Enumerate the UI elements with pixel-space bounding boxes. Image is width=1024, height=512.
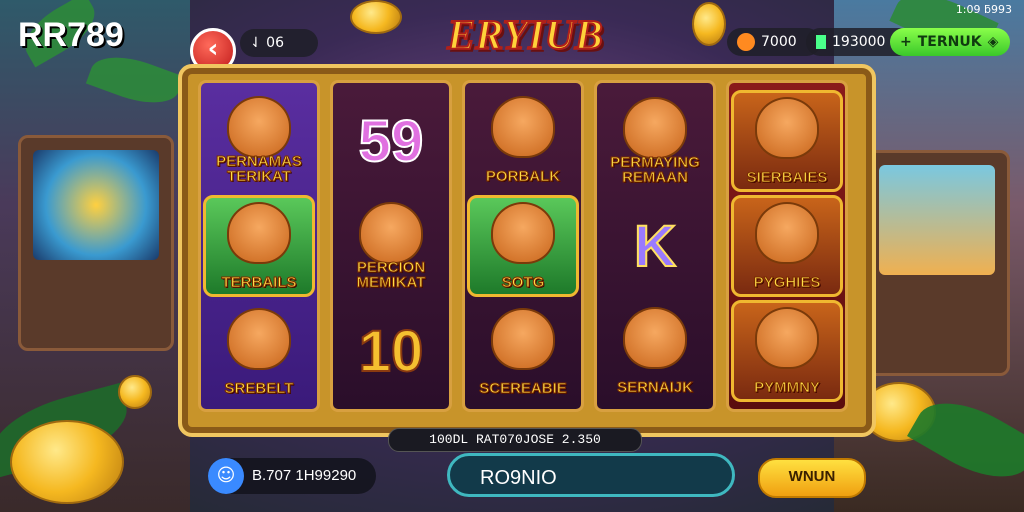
arcade-screen <box>879 165 995 275</box>
reel-2: 59 PERCION MEMIKAT 10 <box>330 80 452 412</box>
brand-logo: RR789 <box>18 16 124 54</box>
spin-button[interactable]: WNUN <box>758 458 866 498</box>
level-pill: ⇃ 06 <box>240 29 318 57</box>
palm-leaf-icon <box>85 45 185 115</box>
reel-1: PERNAMAS TERIKAT TERBAILS SREBELT <box>198 80 320 412</box>
gold-coin-icon <box>692 2 726 46</box>
cat-icon <box>491 201 555 264</box>
reel-symbol: PORBALK <box>470 92 576 188</box>
reel-3: PORBALK SOTG SCEREABIE <box>462 80 584 412</box>
action-label: TERNUK <box>917 34 982 50</box>
reel-symbol: PYGHIES <box>731 194 843 297</box>
cat-icon <box>227 307 291 370</box>
reel-symbol: PERCION MEMIKAT <box>338 198 444 294</box>
cat-icon <box>491 96 555 159</box>
reel-symbol: SIERBAIES <box>731 90 843 193</box>
symbol-number: K <box>633 213 677 280</box>
cat-icon <box>491 307 555 370</box>
symbol-label: PERNAMAS TERIKAT <box>216 153 303 186</box>
reel-symbol: PERMAYING REMAAN <box>602 93 708 189</box>
reel-symbol: PERNAMAS TERIKAT <box>206 92 312 188</box>
diamond-icon: ◈ <box>987 34 999 50</box>
symbol-label: PERMAYING REMAAN <box>610 154 700 187</box>
back-arrow-icon: ‹ <box>207 34 219 64</box>
reel-symbol: PYMMNY <box>731 299 843 402</box>
plus-icon: + <box>900 34 912 50</box>
arcade-machine-left <box>18 135 174 351</box>
reel-symbol: K <box>602 198 708 294</box>
cat-icon <box>623 97 687 160</box>
coin-icon <box>737 33 755 51</box>
reel-symbol: SERNAIJK <box>602 303 708 399</box>
status-text: 1:09 ƃ993 <box>955 3 1012 16</box>
symbol-label: PERCION MEMIKAT <box>356 258 426 291</box>
reel-symbol: SCEREABIE <box>470 304 576 400</box>
symbol-label: PORBALK <box>485 168 561 186</box>
reel-symbol: SOTG <box>467 194 579 297</box>
cat-icon <box>227 96 291 159</box>
cat-icon <box>755 201 819 264</box>
reel-4: PERMAYING REMAAN K SERNAIJK <box>594 80 716 412</box>
coins-value: 7000 <box>761 34 797 50</box>
symbol-label: SREBELT <box>224 379 294 397</box>
reel-symbol: 10 <box>338 303 444 399</box>
arcade-machine-right <box>864 150 1010 376</box>
symbol-label: SIERBAIES <box>746 169 828 187</box>
reel-symbol: SREBELT <box>206 304 312 400</box>
cat-icon <box>359 201 423 264</box>
reel-symbol: TERBAILS <box>203 194 315 297</box>
background-left-scene <box>0 0 190 512</box>
symbol-label: PYGHIES <box>753 273 821 291</box>
symbol-number: 10 <box>358 318 425 385</box>
reel-5: SIERBAIES PYGHIES PYMMNY <box>726 80 848 412</box>
user-icon[interactable]: ☺ <box>208 458 244 494</box>
symbol-label: TERBAILS <box>221 273 297 291</box>
gem-icon <box>816 35 826 49</box>
info-ticker-text: 100DL RAT070JOSE 2.350 <box>429 432 601 447</box>
cat-icon <box>227 201 291 264</box>
cat-icon <box>755 97 819 160</box>
reels-container: PERNAMAS TERIKAT TERBAILS SREBELT 59 PERCION… <box>198 80 848 412</box>
reel-symbol: 59 <box>338 93 444 189</box>
symbol-label: SCEREABIE <box>479 379 568 397</box>
gold-coin-icon <box>10 420 124 504</box>
level-value: ⇃ 06 <box>250 35 284 51</box>
info-ticker: 100DL RAT070JOSE 2.350 <box>388 428 642 452</box>
cat-icon <box>623 306 687 369</box>
bet-input[interactable]: RO9NIO <box>447 453 735 497</box>
cat-icon <box>755 306 819 369</box>
symbol-number: 59 <box>358 108 425 175</box>
symbol-label: PYMMNY <box>754 378 821 396</box>
action-button[interactable]: + TERNUK ◈ <box>890 28 1010 56</box>
arcade-screen <box>33 150 159 260</box>
gold-coin-icon <box>118 375 152 409</box>
symbol-label: SOTG <box>501 273 545 291</box>
gems-value: 193000 <box>832 34 886 50</box>
symbol-label: SERNAIJK <box>617 378 694 396</box>
